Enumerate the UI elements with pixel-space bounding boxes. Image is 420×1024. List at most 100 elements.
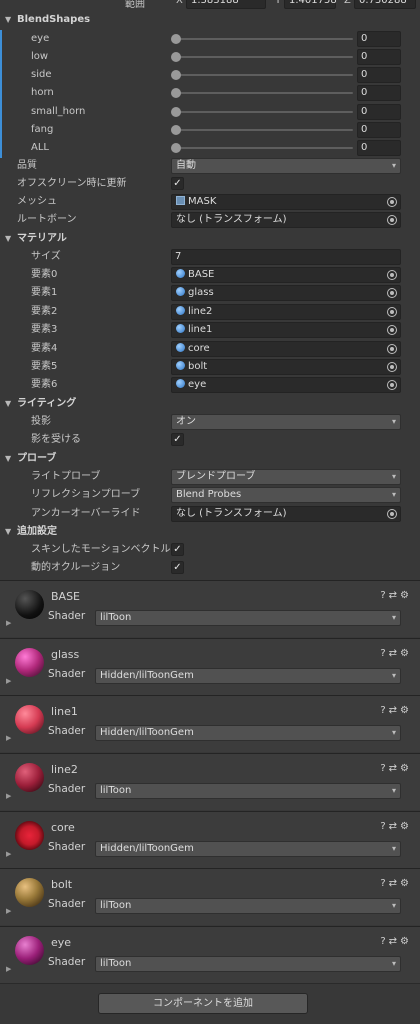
- blendshape-slider[interactable]: [174, 129, 353, 131]
- preset-icon[interactable]: ⇄: [389, 878, 400, 889]
- material-field[interactable]: BASE: [171, 267, 401, 283]
- preset-icon[interactable]: ⇄: [389, 763, 400, 774]
- add-component-button[interactable]: コンポーネントを追加: [98, 993, 308, 1014]
- help-icon[interactable]: ?: [380, 821, 388, 832]
- shader-dropdown[interactable]: lilToon ▾: [95, 783, 401, 799]
- foldout-arrow-icon[interactable]: ▼: [5, 523, 11, 541]
- blendshape-value[interactable]: 0: [357, 49, 401, 65]
- object-picker-icon[interactable]: [387, 344, 397, 354]
- preset-icon[interactable]: ⇄: [389, 821, 400, 832]
- receive-shadows-checkbox[interactable]: ✓: [171, 433, 184, 446]
- blendshape-value[interactable]: 0: [357, 140, 401, 156]
- help-icon[interactable]: ?: [380, 763, 388, 774]
- material-field[interactable]: line2: [171, 304, 401, 320]
- size-field[interactable]: 7: [171, 249, 401, 265]
- mesh-field[interactable]: MASK: [171, 194, 401, 210]
- cast-shadows-dropdown[interactable]: オン ▾: [171, 414, 401, 430]
- blendshape-value[interactable]: 0: [357, 104, 401, 120]
- blendshape-value[interactable]: 0: [357, 85, 401, 101]
- expand-arrow-icon[interactable]: ▶: [6, 850, 11, 858]
- slider-handle[interactable]: [171, 52, 181, 62]
- skinned-motion-checkbox[interactable]: ✓: [171, 543, 184, 556]
- slider-handle[interactable]: [171, 125, 181, 135]
- anchor-override-field[interactable]: なし (トランスフォーム): [171, 506, 401, 522]
- shader-dropdown[interactable]: Hidden/lilToonGem ▾: [95, 841, 401, 857]
- material-toolbar[interactable]: ?⇄⚙: [380, 648, 412, 659]
- y-field[interactable]: 1.401758: [284, 0, 337, 9]
- blendshape-slider[interactable]: [174, 111, 353, 113]
- expand-arrow-icon[interactable]: ▶: [6, 677, 11, 685]
- expand-arrow-icon[interactable]: ▶: [6, 734, 11, 742]
- object-picker-icon[interactable]: [387, 509, 397, 519]
- material-field[interactable]: eye: [171, 377, 401, 393]
- material-field[interactable]: bolt: [171, 359, 401, 375]
- foldout-arrow-icon[interactable]: ▼: [5, 11, 11, 29]
- material-toolbar[interactable]: ?⇄⚙: [380, 936, 412, 947]
- help-icon[interactable]: ?: [380, 878, 388, 889]
- z-field[interactable]: 0.730288: [354, 0, 416, 9]
- offscreen-checkbox[interactable]: ✓: [171, 177, 184, 190]
- object-picker-icon[interactable]: [387, 288, 397, 298]
- quality-dropdown[interactable]: 自動 ▾: [171, 158, 401, 174]
- rootbone-field[interactable]: なし (トランスフォーム): [171, 212, 401, 228]
- blendshape-slider[interactable]: [174, 38, 353, 40]
- gear-icon[interactable]: ⚙: [400, 936, 412, 947]
- blendshape-value[interactable]: 0: [357, 67, 401, 83]
- blendshape-slider[interactable]: [174, 147, 353, 149]
- slider-handle[interactable]: [171, 34, 181, 44]
- foldout-arrow-icon[interactable]: ▼: [5, 450, 11, 468]
- x-field[interactable]: 1.383188: [186, 0, 266, 9]
- help-icon[interactable]: ?: [380, 590, 388, 601]
- material-field[interactable]: core: [171, 341, 401, 357]
- gear-icon[interactable]: ⚙: [400, 590, 412, 601]
- expand-arrow-icon[interactable]: ▶: [6, 907, 11, 915]
- blendshape-value[interactable]: 0: [357, 31, 401, 47]
- blendshape-value[interactable]: 0: [357, 122, 401, 138]
- expand-arrow-icon[interactable]: ▶: [6, 619, 11, 627]
- object-picker-icon[interactable]: [387, 307, 397, 317]
- expand-arrow-icon[interactable]: ▶: [6, 792, 11, 800]
- object-picker-icon[interactable]: [387, 325, 397, 335]
- blendshapes-header[interactable]: ▼ BlendShapes: [0, 11, 420, 29]
- slider-handle[interactable]: [171, 143, 181, 153]
- help-icon[interactable]: ?: [380, 705, 388, 716]
- shader-dropdown[interactable]: lilToon ▾: [95, 898, 401, 914]
- probes-header[interactable]: ▼ プローブ: [0, 450, 420, 468]
- expand-arrow-icon[interactable]: ▶: [6, 965, 11, 973]
- object-picker-icon[interactable]: [387, 270, 397, 280]
- materials-header[interactable]: ▼ マテリアル: [0, 230, 420, 248]
- blendshape-slider[interactable]: [174, 92, 353, 94]
- foldout-arrow-icon[interactable]: ▼: [5, 230, 11, 248]
- preset-icon[interactable]: ⇄: [389, 705, 400, 716]
- material-toolbar[interactable]: ?⇄⚙: [380, 705, 412, 716]
- help-icon[interactable]: ?: [380, 936, 388, 947]
- shader-dropdown[interactable]: lilToon ▾: [95, 956, 401, 972]
- material-toolbar[interactable]: ?⇄⚙: [380, 590, 412, 601]
- gear-icon[interactable]: ⚙: [400, 705, 412, 716]
- object-picker-icon[interactable]: [387, 380, 397, 390]
- gear-icon[interactable]: ⚙: [400, 648, 412, 659]
- material-field[interactable]: line1: [171, 322, 401, 338]
- material-toolbar[interactable]: ?⇄⚙: [380, 821, 412, 832]
- object-picker-icon[interactable]: [387, 362, 397, 372]
- help-icon[interactable]: ?: [380, 648, 388, 659]
- slider-handle[interactable]: [171, 107, 181, 117]
- shader-dropdown[interactable]: Hidden/lilToonGem ▾: [95, 668, 401, 684]
- gear-icon[interactable]: ⚙: [400, 878, 412, 889]
- blendshape-slider[interactable]: [174, 56, 353, 58]
- object-picker-icon[interactable]: [387, 215, 397, 225]
- slider-handle[interactable]: [171, 88, 181, 98]
- gear-icon[interactable]: ⚙: [400, 821, 412, 832]
- material-toolbar[interactable]: ?⇄⚙: [380, 878, 412, 889]
- object-picker-icon[interactable]: [387, 197, 397, 207]
- preset-icon[interactable]: ⇄: [389, 648, 400, 659]
- slider-handle[interactable]: [171, 70, 181, 80]
- dynamic-occlusion-checkbox[interactable]: ✓: [171, 561, 184, 574]
- material-field[interactable]: glass: [171, 285, 401, 301]
- foldout-arrow-icon[interactable]: ▼: [5, 395, 11, 413]
- blendshape-slider[interactable]: [174, 74, 353, 76]
- preset-icon[interactable]: ⇄: [389, 590, 400, 601]
- reflection-probes-dropdown[interactable]: Blend Probes ▾: [171, 487, 401, 503]
- light-probes-dropdown[interactable]: ブレンドプローブ ▾: [171, 469, 401, 485]
- lighting-header[interactable]: ▼ ライティング: [0, 395, 420, 413]
